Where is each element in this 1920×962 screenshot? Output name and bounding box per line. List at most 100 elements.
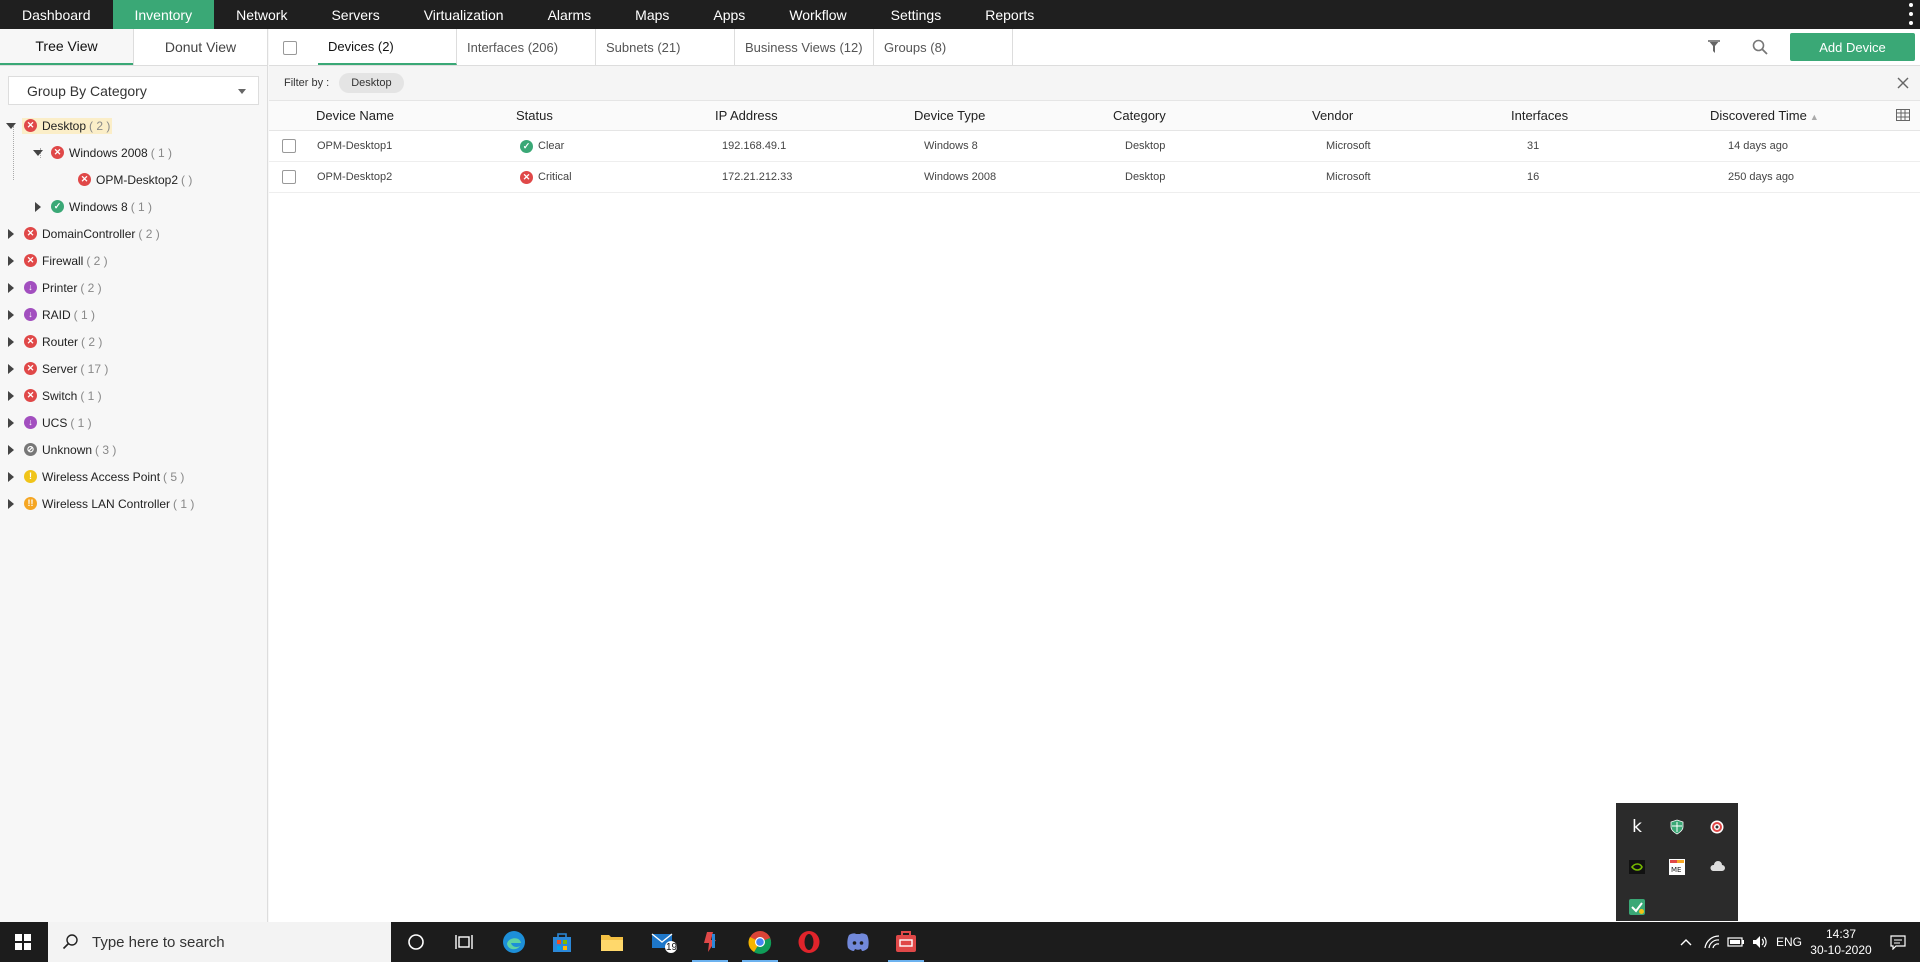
discord-icon[interactable] xyxy=(834,922,882,962)
tree-node-printer[interactable]: ↓ Printer ( 2 ) xyxy=(0,274,268,301)
tree-node-firewall[interactable]: ✕ Firewall ( 2 ) xyxy=(0,247,268,274)
collapsed-arrow-icon[interactable] xyxy=(6,310,16,320)
expanded-arrow-icon[interactable] xyxy=(33,148,43,158)
collapsed-arrow-icon[interactable] xyxy=(6,418,16,428)
clock[interactable]: 14:37 30-10-2020 xyxy=(1806,926,1876,958)
device-name-link[interactable]: OPM-Desktop1 xyxy=(317,140,392,152)
battery-icon[interactable] xyxy=(1724,936,1748,948)
tab-subnets[interactable]: Subnets (21) xyxy=(596,29,735,65)
nav-dashboard[interactable]: Dashboard xyxy=(0,0,113,29)
tab-tree-view[interactable]: Tree View xyxy=(0,29,133,65)
column-header-vendor[interactable]: Vendor xyxy=(1312,108,1353,123)
nav-settings[interactable]: Settings xyxy=(869,0,964,29)
volume-icon[interactable] xyxy=(1748,935,1772,949)
notification-icon[interactable] xyxy=(1876,934,1920,950)
tab-devices[interactable]: Devices (2) xyxy=(318,29,457,65)
tree-node-desktop[interactable]: ✕ Desktop ( 2 ) xyxy=(0,112,268,139)
tree-node-router[interactable]: ✕ Router ( 2 ) xyxy=(0,328,268,355)
more-menu-icon[interactable] xyxy=(1908,3,1914,25)
sort-icon[interactable]: ▲ xyxy=(1810,112,1819,122)
expanded-arrow-icon[interactable] xyxy=(6,121,16,131)
wifi-icon[interactable] xyxy=(1700,935,1724,949)
collapsed-arrow-icon[interactable] xyxy=(6,256,16,266)
tree-node-opm-desktop2[interactable]: ✕ OPM-Desktop2 ( ) xyxy=(0,166,268,193)
row-checkbox[interactable] xyxy=(282,170,296,184)
check-app-icon[interactable] xyxy=(1617,887,1657,927)
tree-node-windows-8[interactable]: ✓ Windows 8 ( 1 ) xyxy=(0,193,268,220)
nav-alarms[interactable]: Alarms xyxy=(526,0,614,29)
group-by-dropdown[interactable]: Group By Category xyxy=(8,76,259,105)
opera-icon[interactable] xyxy=(785,922,833,962)
column-settings-icon[interactable] xyxy=(1896,109,1910,121)
tree-node-ucs[interactable]: ↓ UCS ( 1 ) xyxy=(0,409,268,436)
toolbox-icon[interactable] xyxy=(882,922,930,962)
table-row[interactable]: OPM-Desktop1 ✓ Clear 192.168.49.1 Window… xyxy=(269,131,1920,162)
collapsed-arrow-icon[interactable] xyxy=(6,283,16,293)
collapsed-arrow-icon[interactable] xyxy=(6,391,16,401)
k-app-icon[interactable]: k xyxy=(1617,807,1657,847)
nav-virtualization[interactable]: Virtualization xyxy=(402,0,526,29)
collapsed-arrow-icon[interactable] xyxy=(6,499,16,509)
chrome-icon[interactable] xyxy=(736,922,784,962)
collapsed-arrow-icon[interactable] xyxy=(6,337,16,347)
select-all-checkbox[interactable] xyxy=(283,41,297,55)
nav-inventory[interactable]: Inventory xyxy=(112,0,215,29)
column-header-discovered-time[interactable]: Discovered Time ▲ xyxy=(1710,108,1819,123)
shield-icon[interactable] xyxy=(1657,807,1697,847)
tree-node-unknown[interactable]: ⊘ Unknown ( 3 ) xyxy=(0,436,268,463)
tree-node-switch[interactable]: ✕ Switch ( 1 ) xyxy=(0,382,268,409)
nav-apps[interactable]: Apps xyxy=(691,0,767,29)
filter-icon[interactable] xyxy=(1707,39,1721,55)
collapsed-arrow-icon[interactable] xyxy=(6,364,16,374)
nvidia-icon[interactable] xyxy=(1617,847,1657,887)
device-name-link[interactable]: OPM-Desktop2 xyxy=(317,171,392,183)
status-cell: ✓ Clear xyxy=(520,139,564,153)
tree-node-server[interactable]: ✕ Server ( 17 ) xyxy=(0,355,268,382)
collapsed-arrow-icon[interactable] xyxy=(6,229,16,239)
tab-donut-view[interactable]: Donut View xyxy=(133,29,267,65)
nav-workflow[interactable]: Workflow xyxy=(767,0,868,29)
nav-network[interactable]: Network xyxy=(214,0,309,29)
column-header-interfaces[interactable]: Interfaces xyxy=(1511,108,1568,123)
opmanager-icon[interactable] xyxy=(686,922,734,962)
collapsed-arrow-icon[interactable] xyxy=(33,202,43,212)
gauge-icon[interactable] xyxy=(1697,807,1737,847)
file-explorer-icon[interactable] xyxy=(588,922,636,962)
filter-chip[interactable]: Desktop xyxy=(339,73,404,93)
tree-node-wireless-access-point[interactable]: ! Wireless Access Point ( 5 ) xyxy=(0,463,268,490)
cortana-icon[interactable] xyxy=(392,922,440,962)
store-icon[interactable] xyxy=(538,922,586,962)
tree-node-windows-2008[interactable]: ✕ Windows 2008 ( 1 ) xyxy=(0,139,268,166)
column-header-category[interactable]: Category xyxy=(1113,108,1166,123)
column-header-ip-address[interactable]: IP Address xyxy=(715,108,778,123)
system-tray: ENG 14:37 30-10-2020 xyxy=(1672,922,1920,962)
mail-icon[interactable]: 19 xyxy=(640,922,688,962)
taskbar-search-box[interactable]: Type here to search xyxy=(48,922,391,962)
close-icon[interactable] xyxy=(1896,76,1910,90)
task-view-icon[interactable] xyxy=(440,922,488,962)
manageengine-icon[interactable]: ME xyxy=(1657,847,1697,887)
column-header-status[interactable]: Status xyxy=(516,108,553,123)
cloud-icon[interactable] xyxy=(1697,847,1737,887)
tab-interfaces[interactable]: Interfaces (206) xyxy=(457,29,596,65)
chevron-up-icon[interactable] xyxy=(1672,938,1700,946)
nav-maps[interactable]: Maps xyxy=(613,0,691,29)
nav-reports[interactable]: Reports xyxy=(963,0,1056,29)
column-header-device-type[interactable]: Device Type xyxy=(914,108,985,123)
row-checkbox[interactable] xyxy=(282,139,296,153)
tree-node-wireless-lan-controller[interactable]: !! Wireless LAN Controller ( 1 ) xyxy=(0,490,268,517)
search-icon[interactable] xyxy=(1751,38,1769,56)
collapsed-arrow-icon[interactable] xyxy=(6,472,16,482)
tab-groups[interactable]: Groups (8) xyxy=(874,29,1013,65)
edge-icon[interactable] xyxy=(490,922,538,962)
tree-node-domaincontroller[interactable]: ✕ DomainController ( 2 ) xyxy=(0,220,268,247)
column-header-device-name[interactable]: Device Name xyxy=(316,108,394,123)
tab-business-views[interactable]: Business Views (12) xyxy=(735,29,874,65)
collapsed-arrow-icon[interactable] xyxy=(6,445,16,455)
windows-start-icon[interactable] xyxy=(0,922,46,962)
add-device-button[interactable]: Add Device xyxy=(1790,33,1915,61)
table-row[interactable]: OPM-Desktop2 ✕ Critical 172.21.212.33 Wi… xyxy=(269,162,1920,193)
tree-node-raid[interactable]: ↓ RAID ( 1 ) xyxy=(0,301,268,328)
nav-servers[interactable]: Servers xyxy=(309,0,401,29)
language-indicator[interactable]: ENG xyxy=(1772,935,1806,949)
